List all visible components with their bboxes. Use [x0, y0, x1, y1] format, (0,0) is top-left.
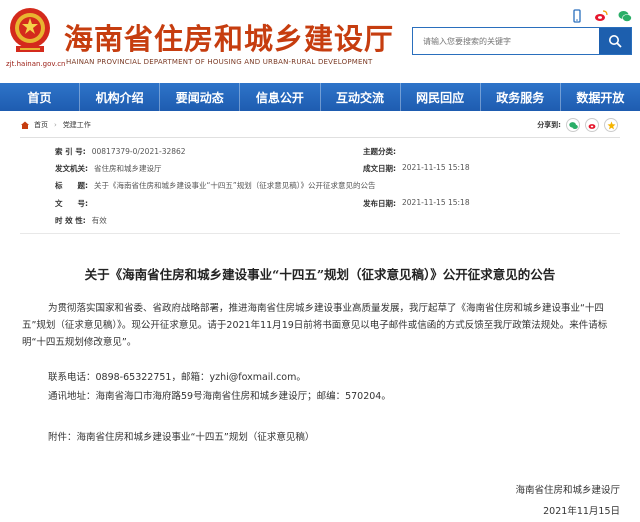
- title-label: 标 题:: [55, 180, 88, 190]
- top-icons: [570, 8, 632, 23]
- wechat-icon[interactable]: [618, 8, 632, 22]
- issuer-label: 发文机关:: [55, 163, 88, 173]
- divider: [20, 137, 620, 138]
- search-box: [412, 27, 632, 55]
- article-title: 关于《海南省住房和城乡建设事业“十四五”规划（征求意见稿）》公开征求意见的公告: [84, 267, 556, 282]
- article-contact: 联系电话：0898-65322751，邮箱：yzhi@foxmail.com。: [48, 372, 306, 383]
- created-field: 成文日期: 2021-11-15 15:18: [363, 163, 470, 174]
- index-value: 00817379-0/2021-32862: [91, 146, 186, 156]
- share-weibo-button[interactable]: [585, 118, 599, 132]
- nav-item-about[interactable]: 机构介绍: [80, 83, 161, 111]
- site-title[interactable]: 海南省住房和城乡建设厅: [64, 16, 394, 58]
- info-row-issuer: 发文机关: 省住房和城乡建设厅 成文日期: 2021-11-15 15:18: [55, 159, 615, 177]
- site-url[interactable]: zjt.hainan.gov.cn: [6, 60, 65, 68]
- qzone-icon: [607, 121, 615, 129]
- topic-field: 主题分类:: [363, 146, 402, 157]
- info-row-docno: 文 号: 发布日期: 2021-11-15 15:18: [55, 194, 615, 212]
- published-field: 发布日期: 2021-11-15 15:18: [363, 198, 470, 209]
- mobile-icon[interactable]: [570, 8, 584, 23]
- index-label: 索 引 号:: [55, 146, 86, 156]
- article-address: 通讯地址：海南省海口市海府路59号海南省住房和城乡建设厅；邮编：570204。: [48, 391, 391, 402]
- info-row-title: 标 题: 关于《海南省住房和城乡建设事业“十四五”规划（征求意见稿）》公开征求意…: [55, 176, 615, 194]
- validity-label: 时 效 性:: [55, 215, 86, 225]
- document-info: 索 引 号: 00817379-0/2021-32862 主题分类: 发文机关:…: [55, 140, 615, 230]
- topic-label: 主题分类:: [363, 146, 396, 156]
- info-row-index: 索 引 号: 00817379-0/2021-32862 主题分类:: [55, 142, 615, 160]
- signature-organization: 海南省住房和城乡建设厅: [515, 485, 620, 496]
- nav-item-open-data[interactable]: 数据开放: [561, 83, 640, 111]
- nav-item-disclosure[interactable]: 信息公开: [240, 83, 321, 111]
- article-attachment-link[interactable]: 附件：海南省住房和城乡建设事业“十四五”规划（征求意见稿）: [48, 429, 314, 443]
- share-wechat-button[interactable]: [566, 118, 580, 132]
- breadcrumb-section[interactable]: 党建工作: [63, 120, 91, 130]
- nav-item-responses[interactable]: 网民回应: [401, 83, 481, 111]
- main-nav: 首页 机构介绍 要闻动态 信息公开 互动交流 网民回应 政务服务 数据开放: [0, 83, 640, 111]
- site-header: zjt.hainan.gov.cn 海南省住房和城乡建设厅 HAINAN PRO…: [0, 0, 640, 82]
- home-icon: [21, 121, 29, 129]
- title-value: 关于《海南省住房和城乡建设事业“十四五”规划（征求意见稿）》公开征求意见的公告: [94, 180, 376, 190]
- issuer-value: 省住房和城乡建设厅: [94, 163, 162, 173]
- share-bar: 分享到:: [537, 115, 618, 135]
- nav-item-home[interactable]: 首页: [0, 83, 81, 111]
- breadcrumb-separator: ›: [54, 121, 57, 129]
- breadcrumb-home[interactable]: 首页: [34, 120, 48, 130]
- nav-item-news[interactable]: 要闻动态: [160, 83, 241, 111]
- divider: [20, 233, 620, 234]
- article-paragraph: 为贯彻落实国家和省委、省政府战略部署，推进海南省住房城乡建设事业高质量发展，我厅…: [22, 303, 608, 348]
- created-value: 2021-11-15 15:18: [402, 162, 470, 172]
- validity-value: 有效: [91, 215, 107, 225]
- weibo-icon: [588, 123, 595, 129]
- share-label: 分享到:: [537, 121, 561, 129]
- national-emblem-icon: [10, 8, 50, 52]
- published-value: 2021-11-15 15:18: [402, 197, 470, 207]
- search-button[interactable]: [599, 28, 631, 54]
- nav-item-services[interactable]: 政务服务: [481, 83, 561, 111]
- weibo-icon[interactable]: [594, 8, 608, 22]
- info-row-validity: 时 效 性: 有效: [55, 211, 615, 229]
- signature-date: 2021年11月15日: [543, 506, 620, 517]
- share-qzone-button[interactable]: [604, 118, 618, 132]
- breadcrumb: 首页 › 党建工作: [20, 115, 91, 135]
- docno-label: 文 号:: [55, 198, 88, 208]
- search-icon: [609, 35, 622, 48]
- search-input[interactable]: [413, 28, 599, 54]
- published-label: 发布日期:: [363, 198, 396, 208]
- nav-item-interaction[interactable]: 互动交流: [321, 83, 401, 111]
- site-subtitle: HAINAN PROVINCIAL DEPARTMENT OF HOUSING …: [66, 58, 373, 66]
- created-label: 成文日期:: [363, 163, 396, 173]
- wechat-icon: [568, 121, 578, 129]
